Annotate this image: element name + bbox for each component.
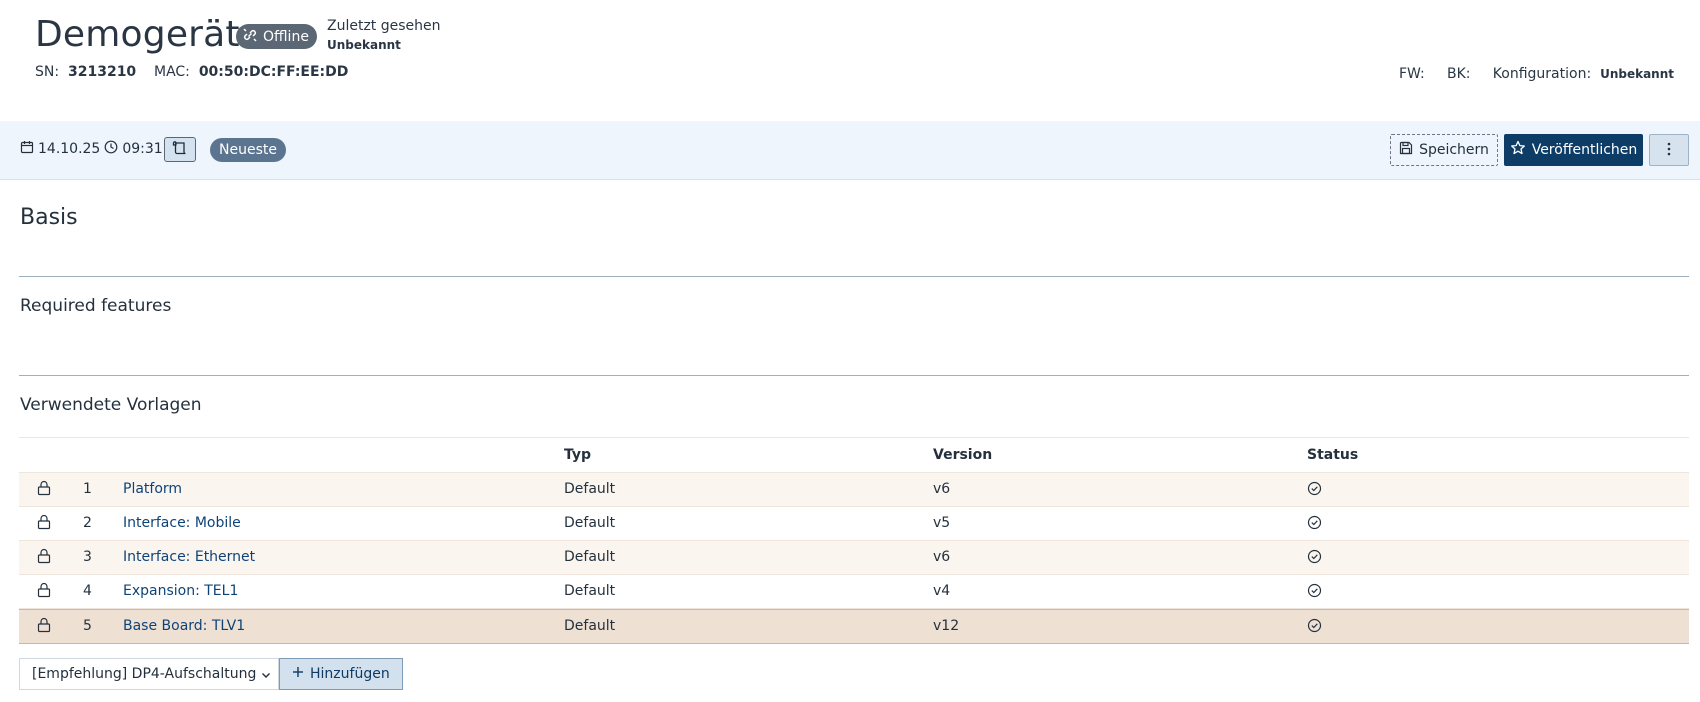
link-broken-icon	[242, 27, 258, 47]
add-template-button[interactable]: Hinzufügen	[279, 658, 403, 690]
save-icon	[1399, 141, 1413, 159]
bk-label: BK:	[1447, 66, 1471, 82]
row-index: 2	[83, 515, 92, 531]
row-index: 1	[83, 481, 92, 497]
mac-label: MAC:	[154, 64, 190, 80]
template-link[interactable]: Interface: Mobile	[123, 515, 241, 531]
row-version: v6	[933, 481, 951, 497]
revision-toolbar: 14.10.25 09:31 Neueste Speichern Veröffe…	[0, 121, 1700, 180]
check-circle-icon	[1307, 618, 1322, 637]
row-version: v5	[933, 515, 951, 531]
section-templates-title: Verwendete Vorlagen	[20, 395, 202, 415]
row-index: 5	[83, 618, 92, 634]
section-divider	[19, 276, 1689, 277]
column-header-typ: Typ	[564, 447, 592, 463]
publish-label: Veröffentlichen	[1531, 142, 1638, 158]
more-vertical-icon	[1667, 141, 1671, 160]
star-icon	[1510, 140, 1526, 160]
save-label: Speichern	[1419, 142, 1489, 158]
device-header: Demogerät Offline Zuletzt gesehen Unbeka…	[0, 0, 1700, 122]
column-header-version: Version	[933, 447, 993, 463]
last-seen-value: Unbekannt	[327, 38, 401, 52]
template-link[interactable]: Expansion: TEL1	[123, 583, 238, 599]
lock-icon	[37, 617, 51, 637]
table-row[interactable]: 2 Interface: Mobile Default v5	[19, 507, 1689, 541]
lock-icon	[37, 480, 51, 500]
check-circle-icon	[1307, 481, 1322, 500]
add-template-label: Hinzufügen	[310, 666, 390, 682]
publish-button[interactable]: Veröffentlichen	[1504, 134, 1643, 166]
revision-timestamp: 14.10.25 09:31	[20, 140, 163, 158]
check-circle-icon	[1307, 515, 1322, 534]
lock-icon	[37, 582, 51, 602]
row-typ: Default	[564, 549, 616, 565]
status-badge: Offline	[236, 24, 317, 49]
revision-date: 14.10.25	[38, 141, 101, 157]
config-value: Unbekannt	[1600, 67, 1674, 81]
table-row[interactable]: 5 Base Board: TLV1 Default v12	[19, 609, 1689, 644]
table-header: Typ Version Status	[19, 438, 1689, 473]
plus-icon	[292, 666, 304, 682]
row-typ: Default	[564, 618, 616, 634]
sn-label: SN:	[35, 64, 60, 80]
section-basis-title: Basis	[20, 205, 78, 230]
column-header-status: Status	[1307, 447, 1359, 463]
table-row[interactable]: 1 Platform Default v6	[19, 473, 1689, 507]
device-identifiers: SN: 3213210 MAC: 00:50:DC:FF:EE:DD	[35, 64, 348, 80]
row-version: v4	[933, 583, 951, 599]
lock-icon	[37, 548, 51, 568]
row-typ: Default	[564, 481, 616, 497]
row-index: 3	[83, 549, 92, 565]
row-version: v6	[933, 549, 951, 565]
revision-time: 09:31	[122, 141, 163, 157]
row-index: 4	[83, 583, 92, 599]
template-link[interactable]: Platform	[123, 481, 182, 497]
device-meta: FW: BK: Konfiguration: Unbekannt	[1399, 66, 1674, 82]
mac-value: 00:50:DC:FF:EE:DD	[198, 64, 349, 80]
section-divider	[19, 375, 1689, 376]
template-link[interactable]: Base Board: TLV1	[123, 618, 245, 634]
version-badge: Neueste	[210, 138, 286, 162]
templates-table: Typ Version Status 1 Platform Default v6…	[19, 437, 1689, 644]
check-circle-icon	[1307, 583, 1322, 602]
save-button[interactable]: Speichern	[1390, 134, 1498, 166]
last-seen-label: Zuletzt gesehen	[327, 18, 441, 34]
table-row[interactable]: 3 Interface: Ethernet Default v6	[19, 541, 1689, 575]
row-typ: Default	[564, 515, 616, 531]
row-version: v12	[933, 618, 960, 634]
status-label: Offline	[263, 28, 309, 45]
sn-value: 3213210	[67, 64, 137, 80]
row-typ: Default	[564, 583, 616, 599]
section-required-features-title: Required features	[20, 296, 172, 316]
clock-icon	[104, 140, 118, 158]
config-label: Konfiguration:	[1492, 66, 1592, 82]
table-row[interactable]: 4 Expansion: TEL1 Default v4	[19, 575, 1689, 609]
template-select-value: [Empfehlung] DP4-Aufschaltung	[32, 666, 257, 682]
changelog-button[interactable]	[164, 137, 196, 162]
template-select[interactable]: [Empfehlung] DP4-Aufschaltung	[19, 658, 279, 690]
chevron-down-icon	[260, 669, 272, 685]
scroll-icon	[172, 140, 188, 159]
check-circle-icon	[1307, 549, 1322, 568]
template-link[interactable]: Interface: Ethernet	[123, 549, 255, 565]
add-template-bar: [Empfehlung] DP4-Aufschaltung Hinzufügen	[19, 658, 403, 690]
lock-icon	[37, 514, 51, 534]
more-options-button[interactable]	[1649, 134, 1689, 166]
fw-label: FW:	[1398, 66, 1425, 82]
page-title: Demogerät	[35, 14, 240, 55]
calendar-icon	[20, 140, 34, 158]
